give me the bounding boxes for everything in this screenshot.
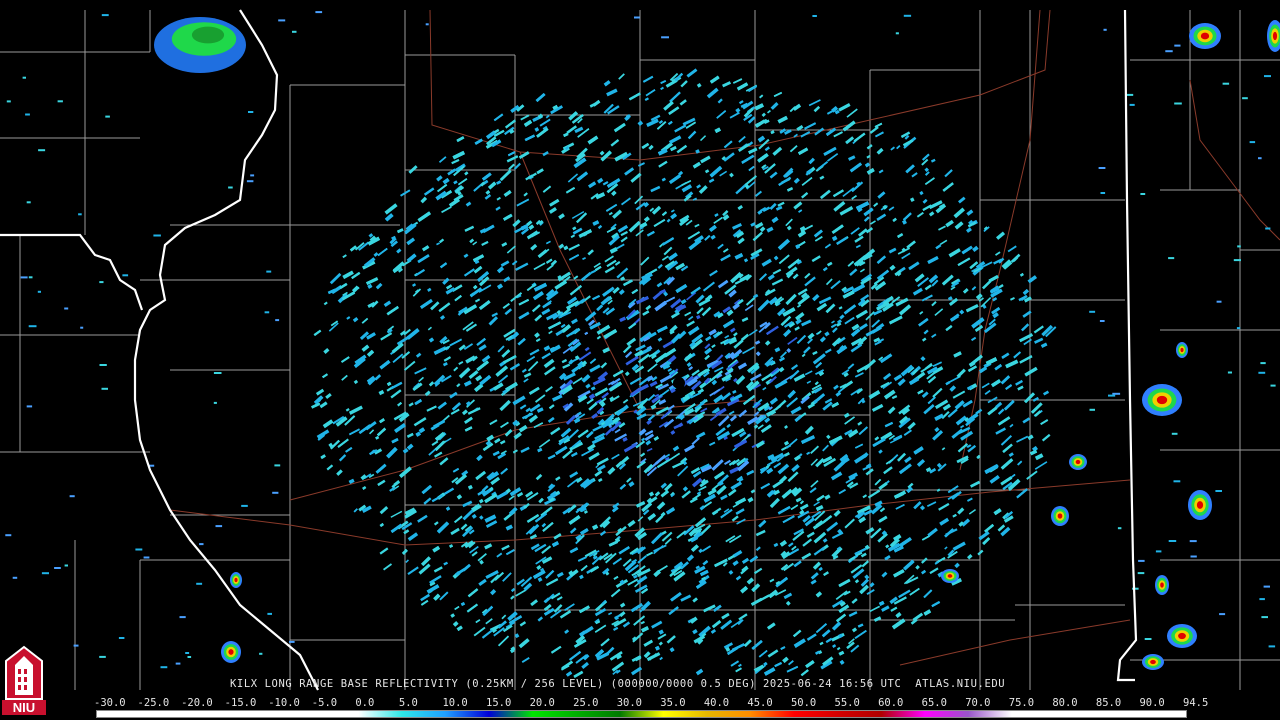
radar-map <box>0 0 1280 720</box>
